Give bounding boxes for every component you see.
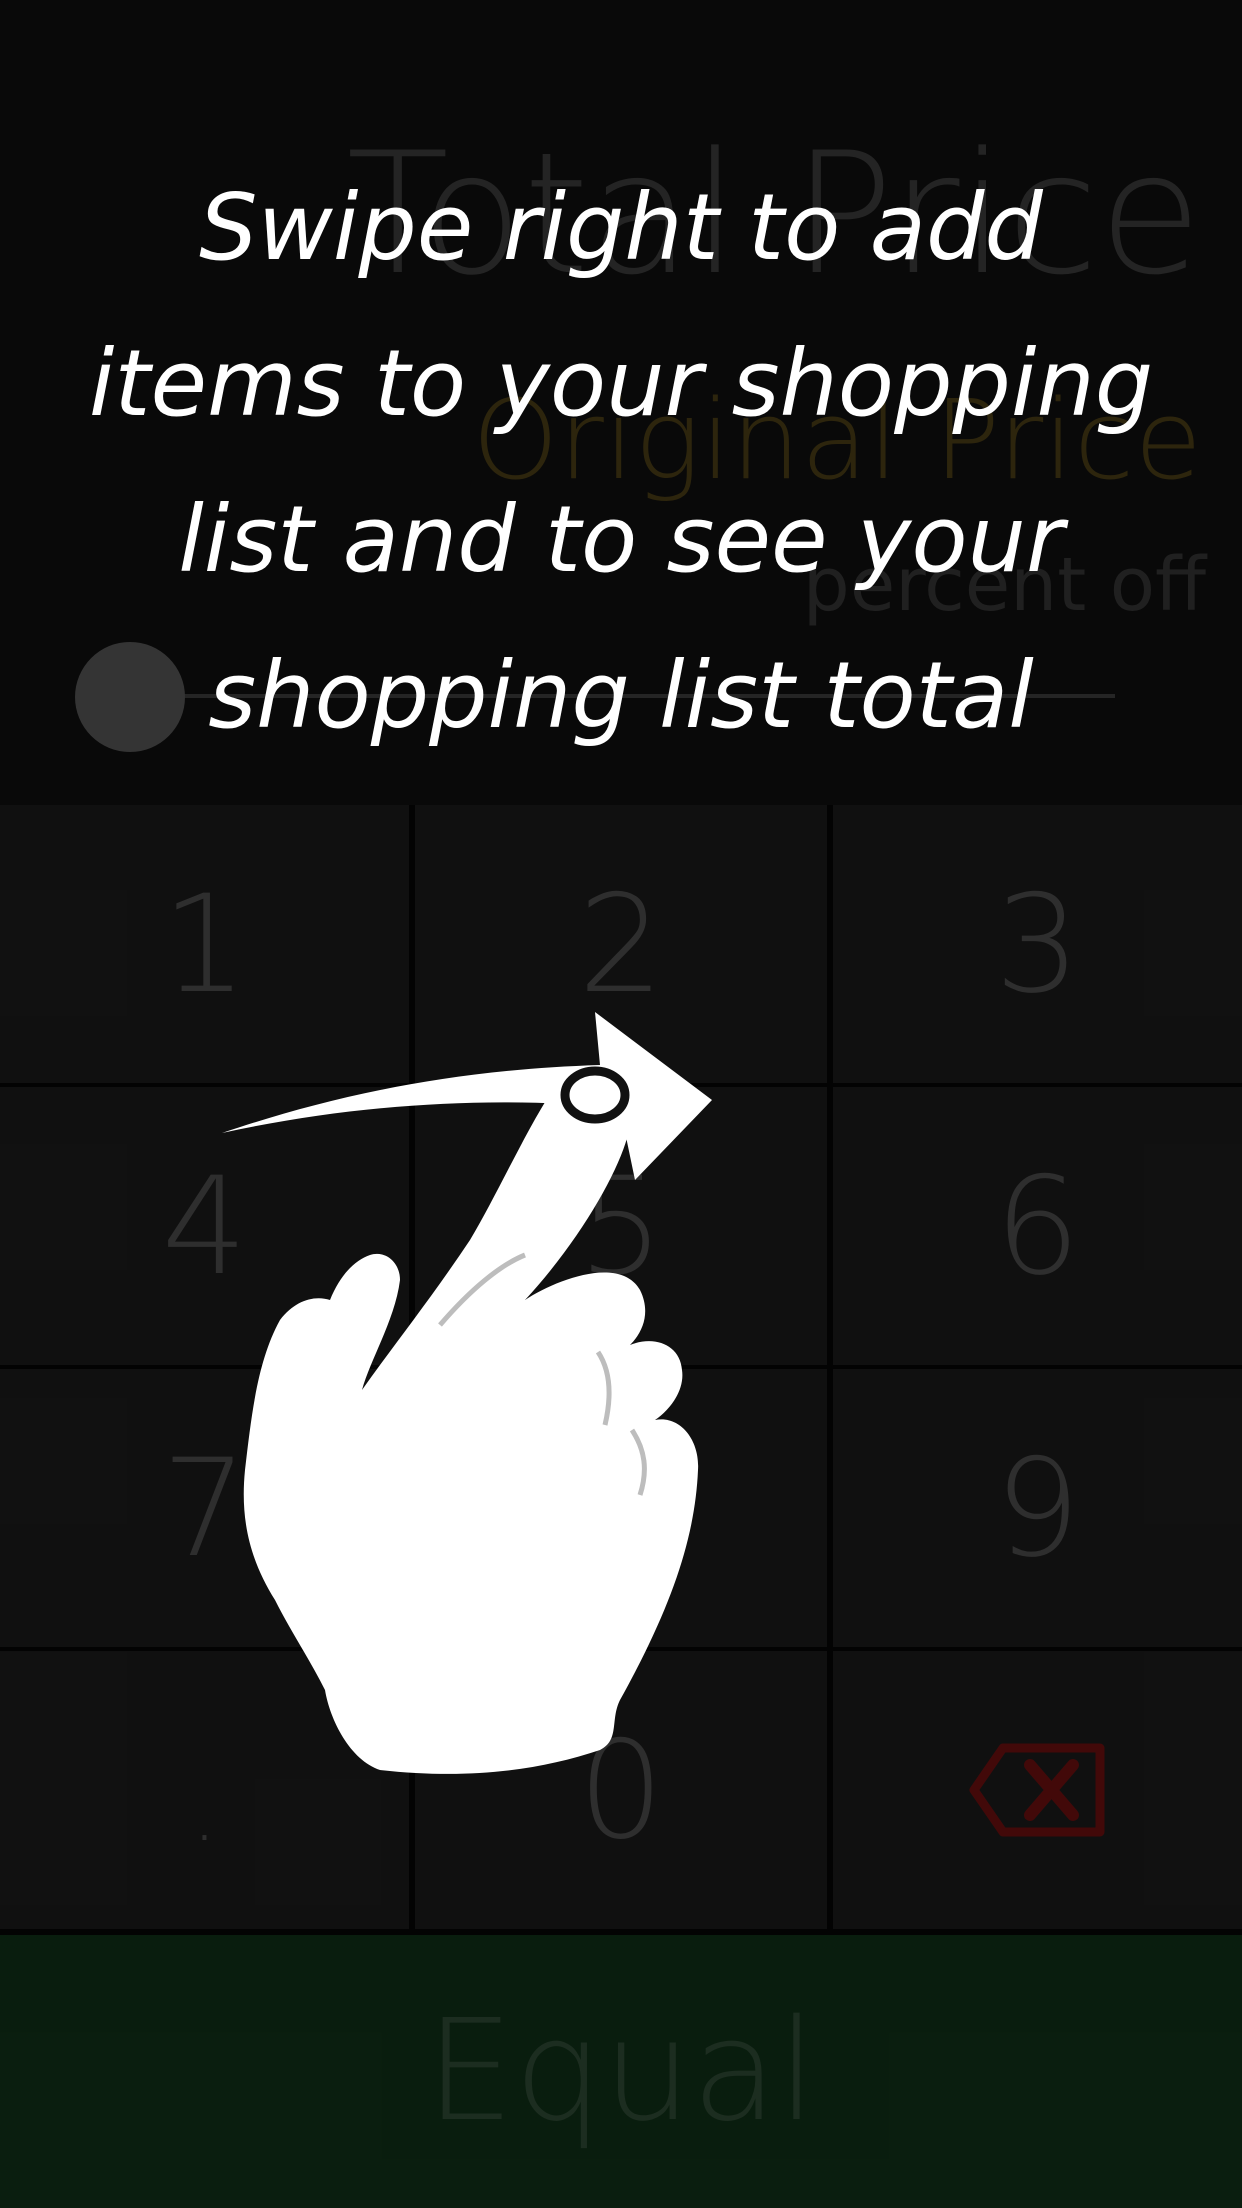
tutorial-overlay[interactable]: Swipe right to add items to your shoppin… xyxy=(0,0,1242,2208)
swipe-right-hand-icon xyxy=(222,1012,712,1774)
tutorial-text: Swipe right to add items to your shoppin… xyxy=(88,174,1154,749)
